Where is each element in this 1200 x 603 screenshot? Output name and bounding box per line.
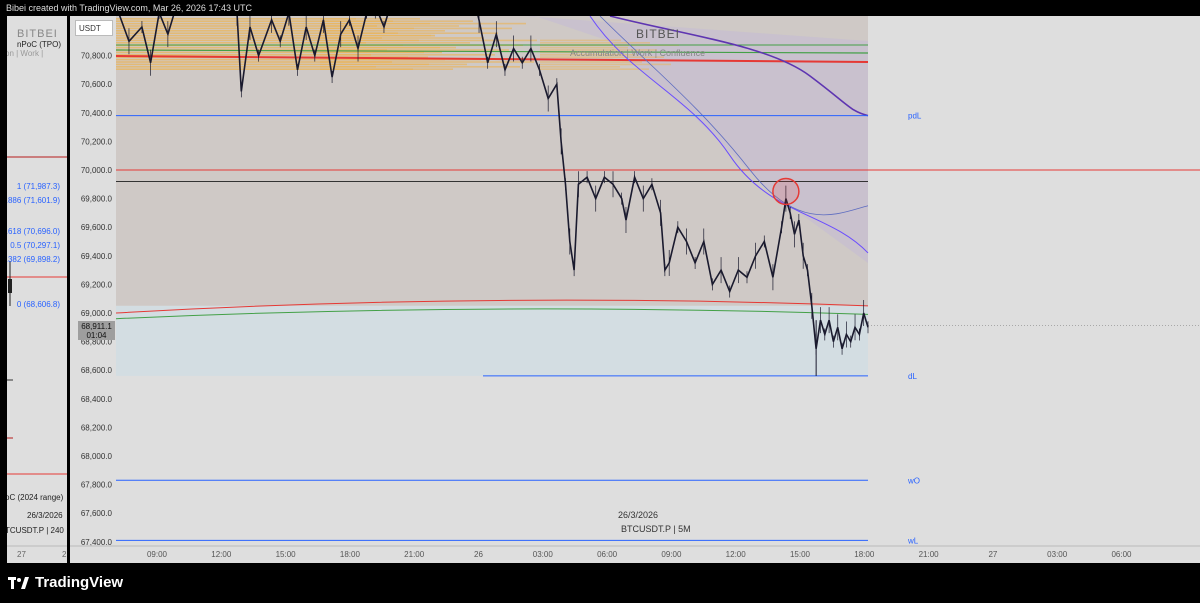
left-time-label-0: 27 <box>17 550 26 559</box>
main-symbol: BTCUSDT.P | 5M <box>621 524 691 534</box>
x-tick-label: 15:00 <box>790 550 811 559</box>
y-tick-label: 68,400.0 <box>81 395 113 404</box>
left-poc-range: oC (2024 range) <box>7 493 64 502</box>
left-date: 26/3/2026 <box>27 511 63 520</box>
left-chart-svg <box>7 16 67 563</box>
volume-profile-bar <box>320 39 537 42</box>
volume-profile-bar <box>320 63 467 66</box>
x-tick-label: 18:00 <box>854 550 875 559</box>
x-tick-label: 03:00 <box>533 550 554 559</box>
x-tick-label: 21:00 <box>919 550 940 559</box>
x-tick-label: 09:00 <box>147 550 168 559</box>
annotation-circle <box>772 177 800 206</box>
y-tick-label: 69,600.0 <box>81 223 113 232</box>
volume-profile-bar <box>320 30 445 32</box>
y-tick-label: 70,800.0 <box>81 52 113 61</box>
x-tick-label: 09:00 <box>661 550 682 559</box>
fib-level-label: .382 (69,898.2) <box>7 255 60 264</box>
y-tick-label: 68,600.0 <box>81 366 113 375</box>
chart-caption: Bibei created with TradingView.com, Mar … <box>0 0 1200 16</box>
x-tick-label: 18:00 <box>340 550 361 559</box>
y-tick-label: 67,400.0 <box>81 538 113 547</box>
left-symbol: TCUSDT.P | 240 <box>7 526 64 535</box>
main-watermark: BITBEI <box>636 27 681 41</box>
y-tick-label: 70,600.0 <box>81 80 113 89</box>
main-date: 26/3/2026 <box>618 510 659 520</box>
volume-profile-bar <box>540 42 650 44</box>
volume-profile-bar <box>540 66 620 68</box>
volume-profile-bar <box>320 27 512 30</box>
left-watermark: BITBEI <box>17 28 58 40</box>
x-tick-label: 27 <box>988 550 997 559</box>
x-tick-label: 12:00 <box>211 550 232 559</box>
last-price-label: 68,911.1 01:04 <box>78 321 115 340</box>
x-tick-label: 21:00 <box>404 550 425 559</box>
tradingview-brand: TradingView <box>35 574 124 591</box>
currency-selector[interactable]: USDT <box>75 20 113 36</box>
volume-profile-bar <box>540 68 649 70</box>
discount-zone <box>116 305 868 376</box>
left-time-label-1: 2 <box>62 550 67 559</box>
fib-level-label: 0 (68,606.8) <box>16 300 60 309</box>
volume-profile-bar <box>320 32 498 34</box>
left-chart-pane[interactable]: BITBEI on | Work | nPoC (TPO) 1 (71,987.… <box>7 16 67 563</box>
y-tick-label: 70,000.0 <box>81 166 113 175</box>
x-tick-label: 15:00 <box>276 550 297 559</box>
x-tick-label: 03:00 <box>1047 550 1068 559</box>
main-chart-svg: pdL dL wO wL 67,400.0 67,600.0 67,800.0 68,000… <box>70 16 1200 563</box>
y-tick-label: 67,800.0 <box>81 481 113 490</box>
fib-level-label: 1 (71,987.3) <box>16 182 60 191</box>
y-tick-label: 69,400.0 <box>81 252 113 261</box>
bar-countdown: 01:04 <box>86 331 107 340</box>
y-tick-label: 69,800.0 <box>81 195 113 204</box>
x-tick-label: 26 <box>474 550 483 559</box>
main-session-label: Accumulation | Work | Confluence <box>570 48 706 58</box>
volume-profile-bar <box>320 68 453 70</box>
level-label-dL: dL <box>908 372 917 381</box>
footer-bar: TradingView <box>0 563 1200 603</box>
level-label-pdL: pdL <box>908 112 922 121</box>
y-tick-label: 70,200.0 <box>81 137 113 146</box>
volume-profile-bar <box>320 51 442 54</box>
volume-profile-bar <box>540 61 642 63</box>
y-tick-label: 67,600.0 <box>81 509 113 518</box>
volume-profile-bar <box>320 34 431 37</box>
x-tick-label: 06:00 <box>1111 550 1132 559</box>
tradingview-logo[interactable]: TradingView <box>8 574 123 591</box>
x-tick-label: 06:00 <box>597 550 618 559</box>
main-chart-pane[interactable]: pdL dL wO wL 67,400.0 67,600.0 67,800.0 68,000… <box>70 16 1200 563</box>
x-tick-label: 12:00 <box>726 550 747 559</box>
volume-profile-bar <box>320 18 420 20</box>
y-tick-label: 68,000.0 <box>81 452 113 461</box>
volume-profile-bar <box>320 37 484 39</box>
y-tick-label: 68,200.0 <box>81 423 113 432</box>
tradingview-logo-icon <box>8 576 29 589</box>
level-label-wO: wO <box>907 476 920 485</box>
last-price-value: 68,911.1 <box>81 322 112 331</box>
y-tick-label: 69,200.0 <box>81 280 113 289</box>
volume-profile-bar <box>320 54 495 56</box>
y-tick-label: 69,000.0 <box>81 309 113 318</box>
fib-level-label: 0.5 (70,297.1) <box>10 241 60 250</box>
level-label-wL: wL <box>907 536 919 545</box>
left-session-label: on | Work | <box>7 49 44 58</box>
fib-level-label: .886 (71,601.9) <box>7 196 60 205</box>
volume-profile-bar <box>320 61 534 63</box>
fib-level-label: .618 (70,696.0) <box>7 227 60 236</box>
y-tick-label: 70,400.0 <box>81 109 113 118</box>
left-npoc-label: nPoC (TPO) <box>16 40 61 49</box>
volume-profile-bar <box>320 66 520 68</box>
volume-profile-bar <box>320 42 470 44</box>
volume-profile-bar <box>320 20 473 22</box>
